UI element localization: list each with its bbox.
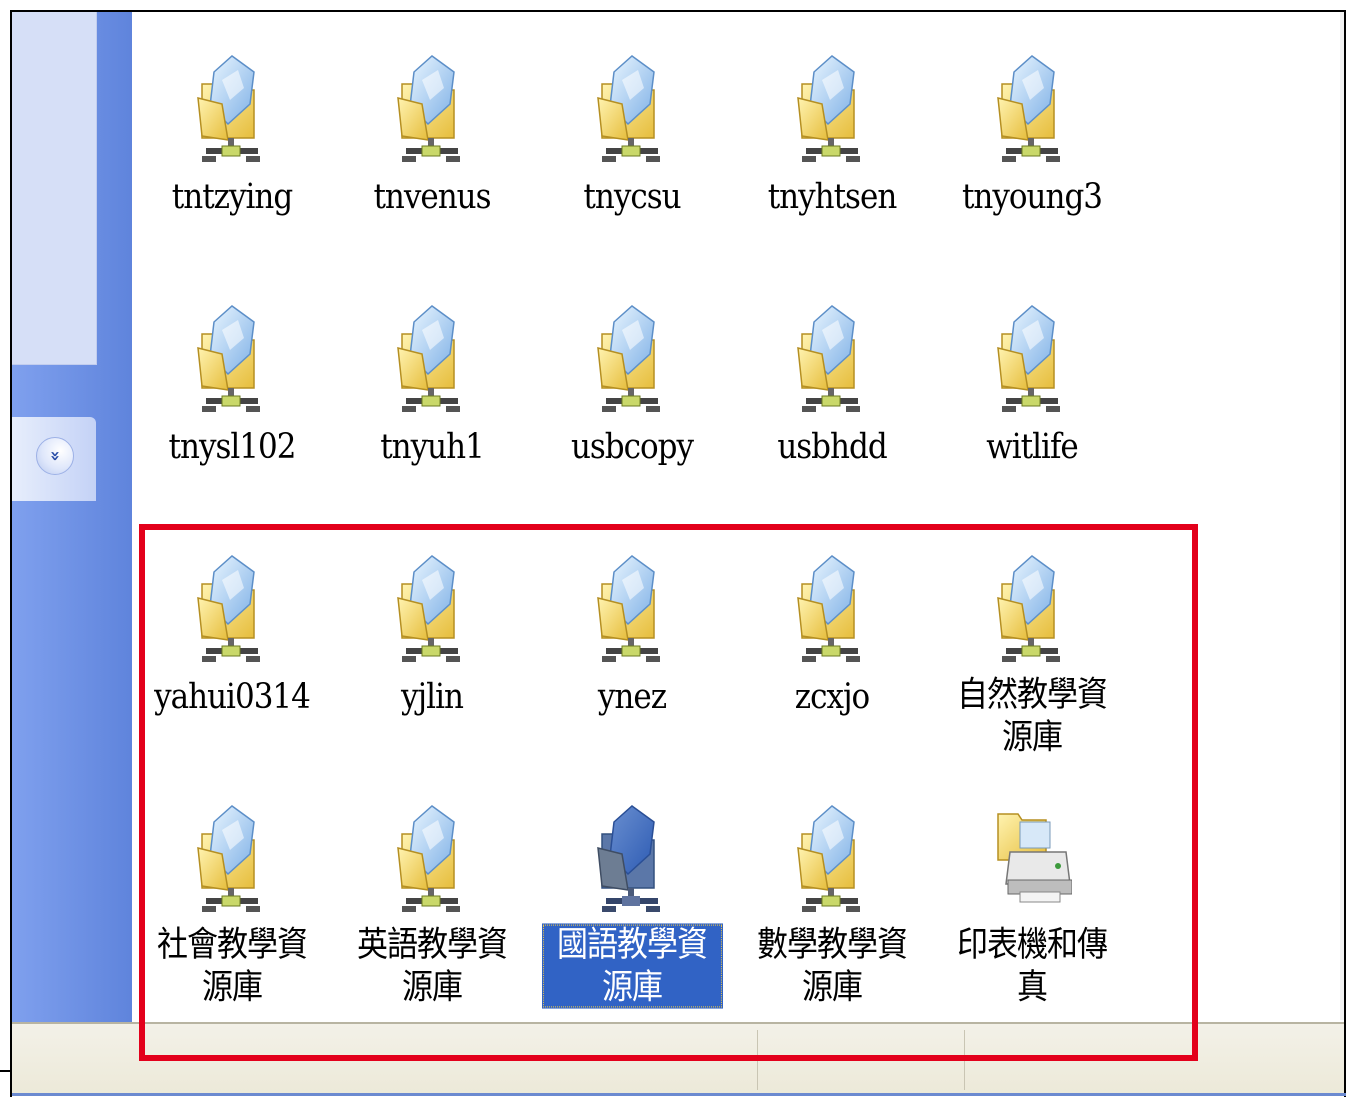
share-icon-item[interactable]: tnyoung3 xyxy=(932,54,1132,284)
window-bottom-edge xyxy=(12,1093,1346,1096)
scrollbar-edge[interactable] xyxy=(1340,12,1344,1020)
network-folder-icon xyxy=(397,305,461,413)
network-folder-icon xyxy=(197,805,261,913)
network-folder-icon xyxy=(397,55,461,163)
icon-label: 社會教學資源庫 xyxy=(157,924,308,1008)
icon-label: tnyuh1 xyxy=(380,426,485,468)
network-share-icon-view: tntzying tnvenus tnycsu tnyhtsen tnyoung… xyxy=(132,12,1338,1020)
network-folder-icon xyxy=(797,555,861,663)
share-icon-item[interactable]: 自然教學資源庫 xyxy=(932,554,1132,784)
share-icon-item-selected[interactable]: 國語教學資源庫 xyxy=(532,804,732,1034)
share-icon-item[interactable]: usbhdd xyxy=(732,304,932,534)
status-divider xyxy=(964,1030,965,1090)
network-folder-icon xyxy=(997,555,1061,663)
share-icon-item[interactable]: witlife xyxy=(932,304,1132,534)
icon-label: 數學教學資源庫 xyxy=(757,924,908,1008)
network-folder-icon xyxy=(597,805,661,913)
share-icon-item[interactable]: tnyuh1 xyxy=(332,304,532,534)
task-section-header[interactable]: » xyxy=(12,417,96,501)
icon-label: tntzying xyxy=(171,176,293,218)
network-folder-icon xyxy=(997,55,1061,163)
network-folder-icon xyxy=(597,305,661,413)
status-divider xyxy=(757,1030,758,1090)
icon-label: tnyhtsen xyxy=(767,176,898,218)
icon-label: tnyoung3 xyxy=(961,176,1103,218)
icon-label: tnysl102 xyxy=(168,426,297,468)
network-folder-icon xyxy=(797,305,861,413)
task-panel xyxy=(12,12,97,365)
share-icon-item[interactable]: ynez xyxy=(532,554,732,784)
network-folder-icon xyxy=(197,55,261,163)
icon-label: 自然教學資源庫 xyxy=(957,674,1108,758)
icon-label: tnvenus xyxy=(373,176,491,218)
icon-label: zcxjo xyxy=(794,676,870,718)
share-icon-item[interactable]: yjlin xyxy=(332,554,532,784)
share-icon-item[interactable]: tnycsu xyxy=(532,54,732,284)
icon-label: witlife xyxy=(986,426,1079,468)
share-icon-item[interactable]: usbcopy xyxy=(532,304,732,534)
icon-label: usbhdd xyxy=(777,426,887,468)
network-folder-icon xyxy=(997,305,1061,413)
frame-edge-line xyxy=(0,1070,12,1072)
icon-label: yjlin xyxy=(401,676,464,718)
share-icon-item[interactable]: tnysl102 xyxy=(132,304,332,534)
icon-label: 國語教學資源庫 xyxy=(541,923,723,1009)
icon-label: 印表機和傳真 xyxy=(957,924,1108,1008)
network-folder-icon xyxy=(397,555,461,663)
status-bar xyxy=(12,1022,1344,1096)
network-folder-icon xyxy=(397,805,461,913)
share-icon-item[interactable]: 社會教學資源庫 xyxy=(132,804,332,1034)
share-icon-item[interactable]: 英語教學資源庫 xyxy=(332,804,532,1034)
task-pane: » xyxy=(12,12,132,1022)
share-icon-item[interactable]: 數學教學資源庫 xyxy=(732,804,932,1034)
icon-label: usbcopy xyxy=(570,426,694,468)
chevron-down-icon[interactable]: » xyxy=(36,437,74,475)
network-folder-icon xyxy=(797,805,861,913)
share-icon-item[interactable]: tnyhtsen xyxy=(732,54,932,284)
share-icon-item[interactable]: tntzying xyxy=(132,54,332,284)
share-icon-item[interactable]: zcxjo xyxy=(732,554,932,784)
network-folder-icon xyxy=(597,555,661,663)
share-icon-item[interactable]: tnvenus xyxy=(332,54,532,284)
network-folder-icon xyxy=(597,55,661,163)
icon-label: yahui0314 xyxy=(154,676,311,718)
icon-label: 英語教學資源庫 xyxy=(357,924,508,1008)
printers-icon-item[interactable]: 印表機和傳真 xyxy=(932,804,1132,1034)
icon-label: tnycsu xyxy=(583,176,681,218)
network-folder-icon xyxy=(197,305,261,413)
printer-icon xyxy=(997,813,1072,903)
icon-label: ynez xyxy=(597,676,667,718)
share-icon-item[interactable]: yahui0314 xyxy=(132,554,332,784)
network-folder-icon xyxy=(197,555,261,663)
network-folder-icon xyxy=(797,55,861,163)
